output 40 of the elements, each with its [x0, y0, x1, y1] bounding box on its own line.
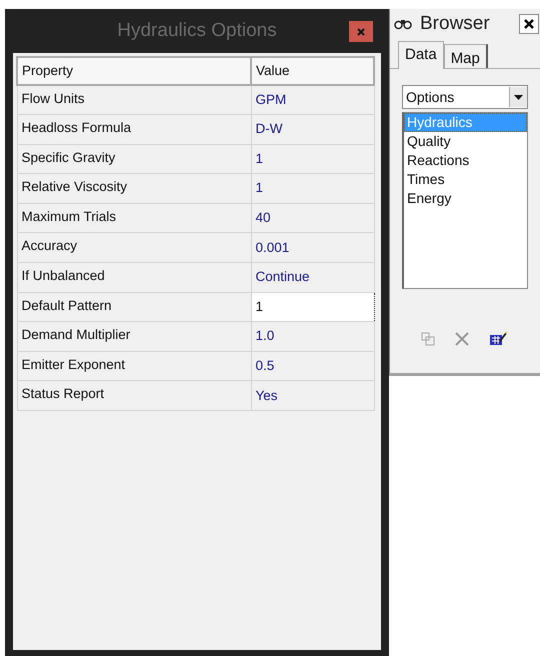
caret-icon [514, 94, 523, 100]
value-cell[interactable]: 0.5 [251, 351, 374, 381]
property-cell: Flow Units [17, 85, 251, 115]
property-cell: Default Pattern [17, 292, 251, 322]
binoculars-icon [394, 18, 412, 30]
close-icon [357, 28, 365, 36]
property-cell: Accuracy [17, 232, 251, 263]
property-cell: Emitter Exponent [17, 351, 251, 381]
column-header[interactable]: Property [17, 57, 251, 85]
list-item[interactable]: Times [404, 170, 527, 189]
property-cell: Specific Gravity [17, 144, 251, 174]
value-cell[interactable]: 1.0 [251, 322, 374, 352]
property-cell: Demand Multiplier [17, 322, 251, 352]
property-cell: Headloss Formula [17, 114, 251, 144]
list-item[interactable]: Reactions [404, 151, 527, 170]
property-cell: Maximum Trials [17, 203, 251, 233]
value-cell[interactable]: 40 [251, 203, 374, 233]
value-cell[interactable]: Yes [251, 380, 374, 411]
tab[interactable]: Data [398, 41, 444, 69]
property-cell: Status Report [17, 380, 251, 411]
panel-title: Browser [420, 12, 490, 36]
value-cell[interactable]: Continue [251, 262, 374, 292]
tab[interactable]: Map [444, 44, 488, 68]
delete-icon[interactable] [454, 331, 470, 347]
property-cell: Relative Viscosity [17, 174, 251, 204]
property-cell: If Unbalanced [17, 262, 251, 292]
value-cell[interactable]: 0.001 [251, 232, 374, 263]
list-item[interactable]: Energy [404, 189, 527, 208]
close-icon [524, 19, 534, 29]
value-cell[interactable]: GPM [251, 85, 374, 115]
value-input[interactable]: 1 [251, 292, 374, 322]
category-dropdown[interactable]: Options [402, 85, 528, 109]
window-title: Hydraulics Options [117, 18, 277, 43]
list-item[interactable]: Quality [404, 132, 527, 151]
value-cell[interactable]: 1 [251, 174, 374, 204]
value-cell[interactable]: 1 [251, 144, 374, 174]
edit-icon[interactable] [489, 331, 507, 347]
value-cell[interactable]: D-W [251, 114, 374, 144]
close-button[interactable] [519, 14, 539, 34]
column-header[interactable]: Value [251, 57, 374, 85]
